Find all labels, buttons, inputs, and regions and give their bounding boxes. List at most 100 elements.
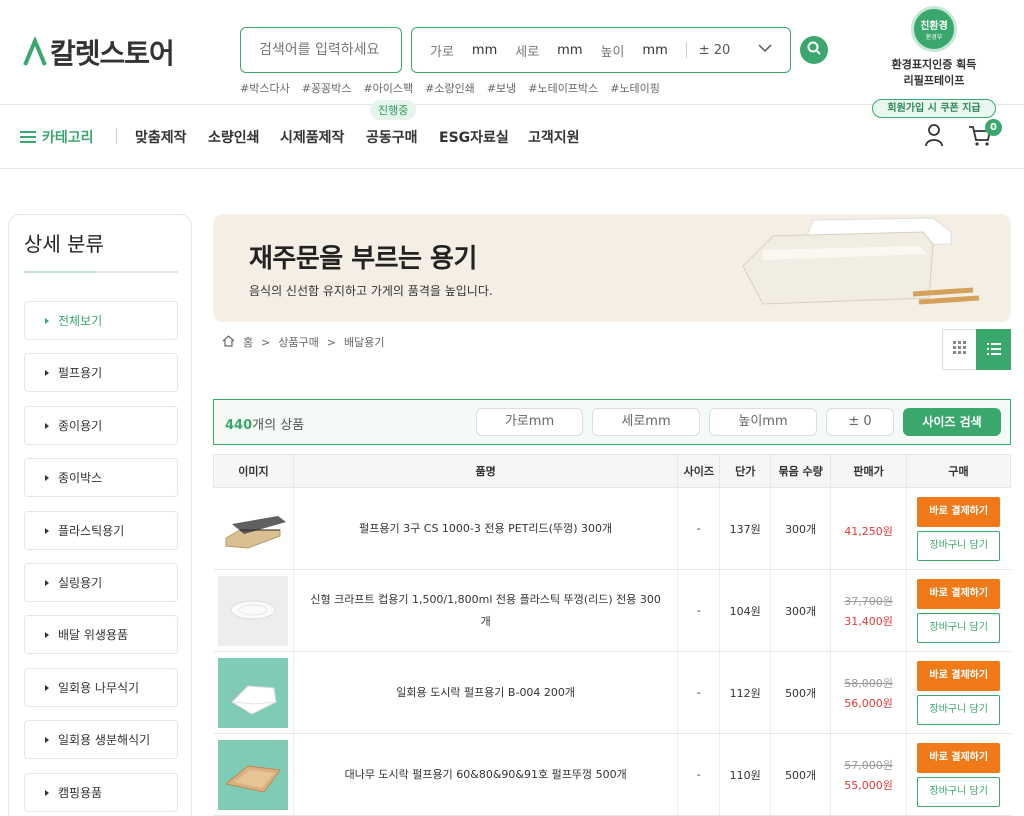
container-image (742, 217, 980, 305)
buy-now-button[interactable]: 바로 결제하기 (917, 496, 1001, 527)
keyword-search-input[interactable] (259, 42, 389, 58)
grid-view-button[interactable] (942, 329, 977, 370)
caret-right-icon (45, 474, 49, 481)
table-header-row: 이미지 품명 사이즈 단가 묶음 수량 판매가 구매 (213, 454, 1012, 488)
nav-item-group-buy[interactable]: 공동구매 (366, 127, 418, 147)
keyword-search-field[interactable] (240, 27, 402, 73)
grid-icon (952, 340, 967, 359)
hashtag-link[interactable]: #아이스팩 (363, 80, 413, 96)
divider (0, 104, 1024, 105)
divider (24, 271, 96, 273)
unit-price: 104원 (719, 569, 771, 652)
hashtag-link[interactable]: #보냉 (487, 80, 516, 96)
product-size: - (677, 569, 720, 652)
tolerance-filter-select[interactable]: ± 0 (826, 408, 894, 436)
sale-price: 31,400원 (844, 614, 893, 628)
home-icon[interactable] (222, 334, 235, 350)
add-to-cart-button[interactable]: 장바구니 담기 (917, 530, 1001, 561)
tolerance-select[interactable]: ± 20 (699, 43, 731, 58)
sale-price: 56,000원 (844, 696, 893, 710)
hashtag-link[interactable]: #소량인쇄 (425, 80, 475, 96)
sidebar-item-wood[interactable]: 일회용 나무식기 (24, 668, 178, 707)
add-to-cart-button[interactable]: 장바구니 담기 (917, 776, 1001, 807)
product-name[interactable]: 펄프용기 3구 CS 1000-3 전용 PET리드(뚜껑) 300개 (292, 487, 678, 570)
bundle-qty: 300개 (770, 487, 831, 570)
size-search-button[interactable]: 사이즈 검색 (903, 408, 1001, 436)
sidebar-item-pulp[interactable]: 펄프용기 (24, 353, 178, 392)
breadcrumb-separator: > (261, 335, 271, 349)
category-label: 카테고리 (42, 130, 94, 146)
list-view-button[interactable] (976, 329, 1011, 370)
sidebar-item-sealing[interactable]: 실링용기 (24, 563, 178, 602)
caret-right-icon (45, 369, 49, 376)
logo-text: 칼렛스토어 (50, 37, 175, 70)
nav-item-prototype[interactable]: 시제품제작 (280, 127, 344, 147)
caret-right-icon (45, 527, 49, 534)
breadcrumb-home[interactable]: 홈 (243, 334, 253, 350)
chevron-down-icon[interactable] (758, 41, 772, 59)
sale-price-cell: 57,000원 55,000원 (830, 733, 907, 816)
width-label: 가로 (430, 44, 454, 60)
category-menu-button[interactable]: 카테고리 (20, 127, 94, 147)
column-header: 구매 (905, 454, 1012, 488)
buy-now-button[interactable]: 바로 결제하기 (917, 660, 1001, 691)
height-filter-input[interactable]: 높이mm (709, 408, 817, 436)
width-filter-input[interactable]: 가로mm (476, 408, 583, 436)
sale-price-cell: 37,700원 31,400원 (830, 569, 907, 652)
sidebar-item-hygiene[interactable]: 배달 위생용품 (24, 615, 178, 654)
original-price: 57,000원 (844, 758, 893, 772)
product-name[interactable]: 일회용 도시락 펄프용기 B-004 200개 (292, 651, 678, 734)
breadcrumb-level2[interactable]: 배달용기 (344, 334, 384, 350)
add-to-cart-button[interactable]: 장바구니 담기 (917, 694, 1001, 725)
depth-filter-input[interactable]: 세로mm (592, 408, 700, 436)
signup-coupon-badge[interactable]: 회원가입 시 쿠폰 지급 (872, 99, 996, 118)
user-icon[interactable] (924, 123, 944, 151)
nav-item-small-print[interactable]: 소량인쇄 (208, 127, 260, 147)
height-label: 높이 (600, 44, 625, 60)
caret-right-icon (45, 422, 49, 429)
eco-caption-2: 리필프테이프 (903, 74, 965, 87)
logo[interactable]: 칼렛스토어 (22, 32, 175, 72)
product-thumbnail[interactable] (218, 575, 289, 646)
column-header: 사이즈 (677, 454, 721, 488)
sidebar-item-biodegradable[interactable]: 일회용 생분해식기 (24, 720, 178, 759)
product-size: - (677, 487, 720, 570)
nav-item-esg[interactable]: ESG자료실 (439, 127, 509, 147)
caret-right-icon (45, 684, 49, 691)
table-row: 펄프용기 3구 CS 1000-3 전용 PET리드(뚜껑) 300개 - 13… (213, 487, 1011, 570)
sidebar-item-camping[interactable]: 캠핑용품 (24, 773, 178, 812)
caret-right-icon (45, 317, 49, 324)
search-icon (806, 40, 822, 60)
nav-item-custom[interactable]: 맞춤제작 (135, 127, 187, 147)
original-price: 58,000원 (844, 676, 893, 690)
nav-item-support[interactable]: 고객지원 (528, 127, 580, 147)
product-size: - (677, 651, 720, 734)
sidebar-item-all[interactable]: 전체보기 (24, 301, 178, 340)
hashtag-link[interactable]: #노테이프박스 (528, 80, 598, 96)
buy-now-button[interactable]: 바로 결제하기 (917, 578, 1001, 609)
sidebar-item-plastic[interactable]: 플라스틱용기 (24, 511, 178, 550)
sidebar-item-paper-box[interactable]: 종이박스 (24, 458, 178, 497)
add-to-cart-button[interactable]: 장바구니 담기 (917, 612, 1001, 643)
sidebar-item-paper[interactable]: 종이용기 (24, 406, 178, 445)
bundle-qty: 500개 (770, 651, 831, 734)
hashtag-link[interactable]: #꽁꽁박스 (302, 80, 352, 96)
product-thumbnail[interactable] (218, 739, 289, 810)
buy-now-button[interactable]: 바로 결제하기 (917, 742, 1001, 773)
hashtag-link[interactable]: #박스다사 (240, 80, 290, 96)
product-name[interactable]: 대나무 도시락 펄프용기 60&80&90&91호 펄프뚜껑 500개 (292, 733, 678, 816)
sale-price-cell: 58,000원 56,000원 (830, 651, 907, 734)
column-header: 판매가 (830, 454, 907, 488)
sale-price: 41,250원 (844, 524, 893, 538)
search-button[interactable] (800, 36, 828, 64)
breadcrumb-level1[interactable]: 상품구매 (278, 334, 318, 350)
height-unit: mm (642, 42, 668, 58)
bundle-qty: 500개 (770, 733, 831, 816)
size-search-field[interactable]: 가로 mm 세로 mm 높이 mm ± 20 (411, 27, 791, 73)
product-thumbnail[interactable] (218, 494, 288, 564)
product-count: 440개의 상품 (225, 418, 305, 433)
product-name[interactable]: 신형 크라프트 컵용기 1,500/1,800ml 전용 플라스틱 뚜껑(리드)… (292, 569, 678, 652)
product-thumbnail[interactable] (218, 657, 289, 728)
hashtag-link[interactable]: #노테이핑 (610, 80, 660, 96)
caret-right-icon (45, 736, 49, 743)
